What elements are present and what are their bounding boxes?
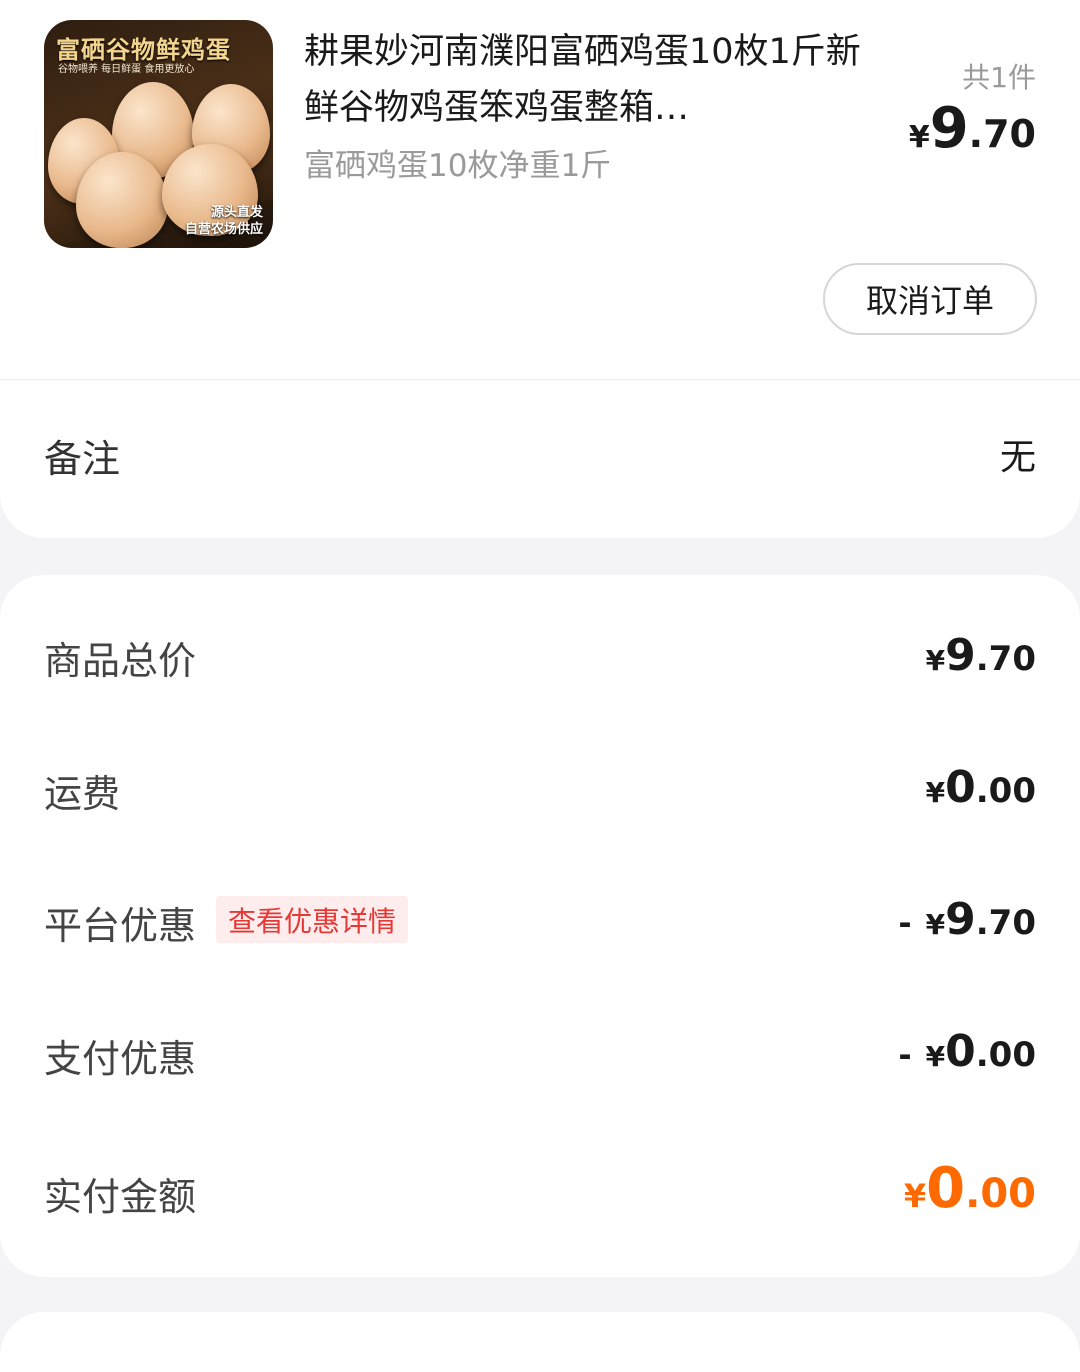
- product-thumbnail[interactable]: 富硒谷物鲜鸡蛋 谷物喂养 每日鲜蛋 食用更放心 源头直发 自营农场供应: [44, 20, 273, 248]
- remark-value: 无: [999, 437, 1036, 478]
- remark-label: 备注: [44, 437, 121, 481]
- price-currency: ¥: [908, 120, 930, 155]
- currency-symbol: ¥: [925, 644, 946, 677]
- thumbnail-footer-line1: 源头直发: [210, 205, 263, 220]
- paid-amount-value: ¥0.00: [904, 1156, 1036, 1221]
- minus-sign: -: [898, 1036, 912, 1074]
- product-spec: 富硒鸡蛋10枚净重1斤: [304, 148, 612, 184]
- amount-integer: 0: [926, 1156, 966, 1221]
- platform-discount-value: - ¥9.70: [898, 894, 1036, 945]
- platform-discount-label: 平台优惠: [44, 904, 197, 948]
- paid-amount-label: 实付金额: [44, 1175, 197, 1219]
- goods-total-label: 商品总价: [44, 639, 197, 683]
- currency-symbol: ¥: [903, 1177, 927, 1215]
- next-card: [0, 1312, 1080, 1372]
- currency-symbol: ¥: [925, 776, 946, 809]
- minus-sign: -: [898, 904, 912, 942]
- currency-symbol: ¥: [925, 908, 946, 941]
- amount-decimal: .70: [975, 639, 1036, 679]
- shipping-value: ¥0.00: [926, 762, 1036, 813]
- amount-decimal: .00: [975, 771, 1036, 811]
- amount-integer: 0: [945, 1026, 976, 1077]
- product-price: ¥9.70: [909, 96, 1036, 161]
- goods-total-value: ¥9.70: [926, 630, 1036, 681]
- cancel-order-button[interactable]: 取消订单: [823, 263, 1037, 335]
- shipping-label: 运费: [44, 772, 121, 816]
- thumbnail-subtitle: 谷物喂养 每日鲜蛋 食用更放心: [58, 64, 195, 75]
- price-decimal: .70: [968, 112, 1036, 156]
- order-product-card: 富硒谷物鲜鸡蛋 谷物喂养 每日鲜蛋 食用更放心 源头直发 自营农场供应 耕果妙河…: [0, 0, 1080, 538]
- amount-decimal: .00: [965, 1171, 1036, 1217]
- amount-integer: 0: [945, 762, 976, 813]
- currency-symbol: ¥: [925, 1040, 946, 1073]
- divider: [0, 379, 1080, 380]
- amount-decimal: .00: [975, 1035, 1036, 1075]
- egg-graphic: [76, 152, 168, 248]
- amount-integer: 9: [945, 894, 976, 945]
- thumbnail-footer-line2: 自营农场供应: [184, 222, 263, 237]
- amount-integer: 9: [945, 630, 976, 681]
- product-title[interactable]: 耕果妙河南濮阳富硒鸡蛋10枚1斤新鲜谷物鸡蛋笨鸡蛋整箱…: [304, 24, 864, 136]
- payment-discount-label: 支付优惠: [44, 1037, 197, 1081]
- amount-decimal: .70: [975, 903, 1036, 943]
- price-integer: 9: [929, 96, 969, 161]
- product-quantity: 共1件: [962, 61, 1036, 94]
- view-discount-details-tag[interactable]: 查看优惠详情: [216, 896, 409, 943]
- thumbnail-footer: 源头直发 自营农场供应: [185, 204, 263, 238]
- payment-discount-value: - ¥0.00: [898, 1026, 1036, 1077]
